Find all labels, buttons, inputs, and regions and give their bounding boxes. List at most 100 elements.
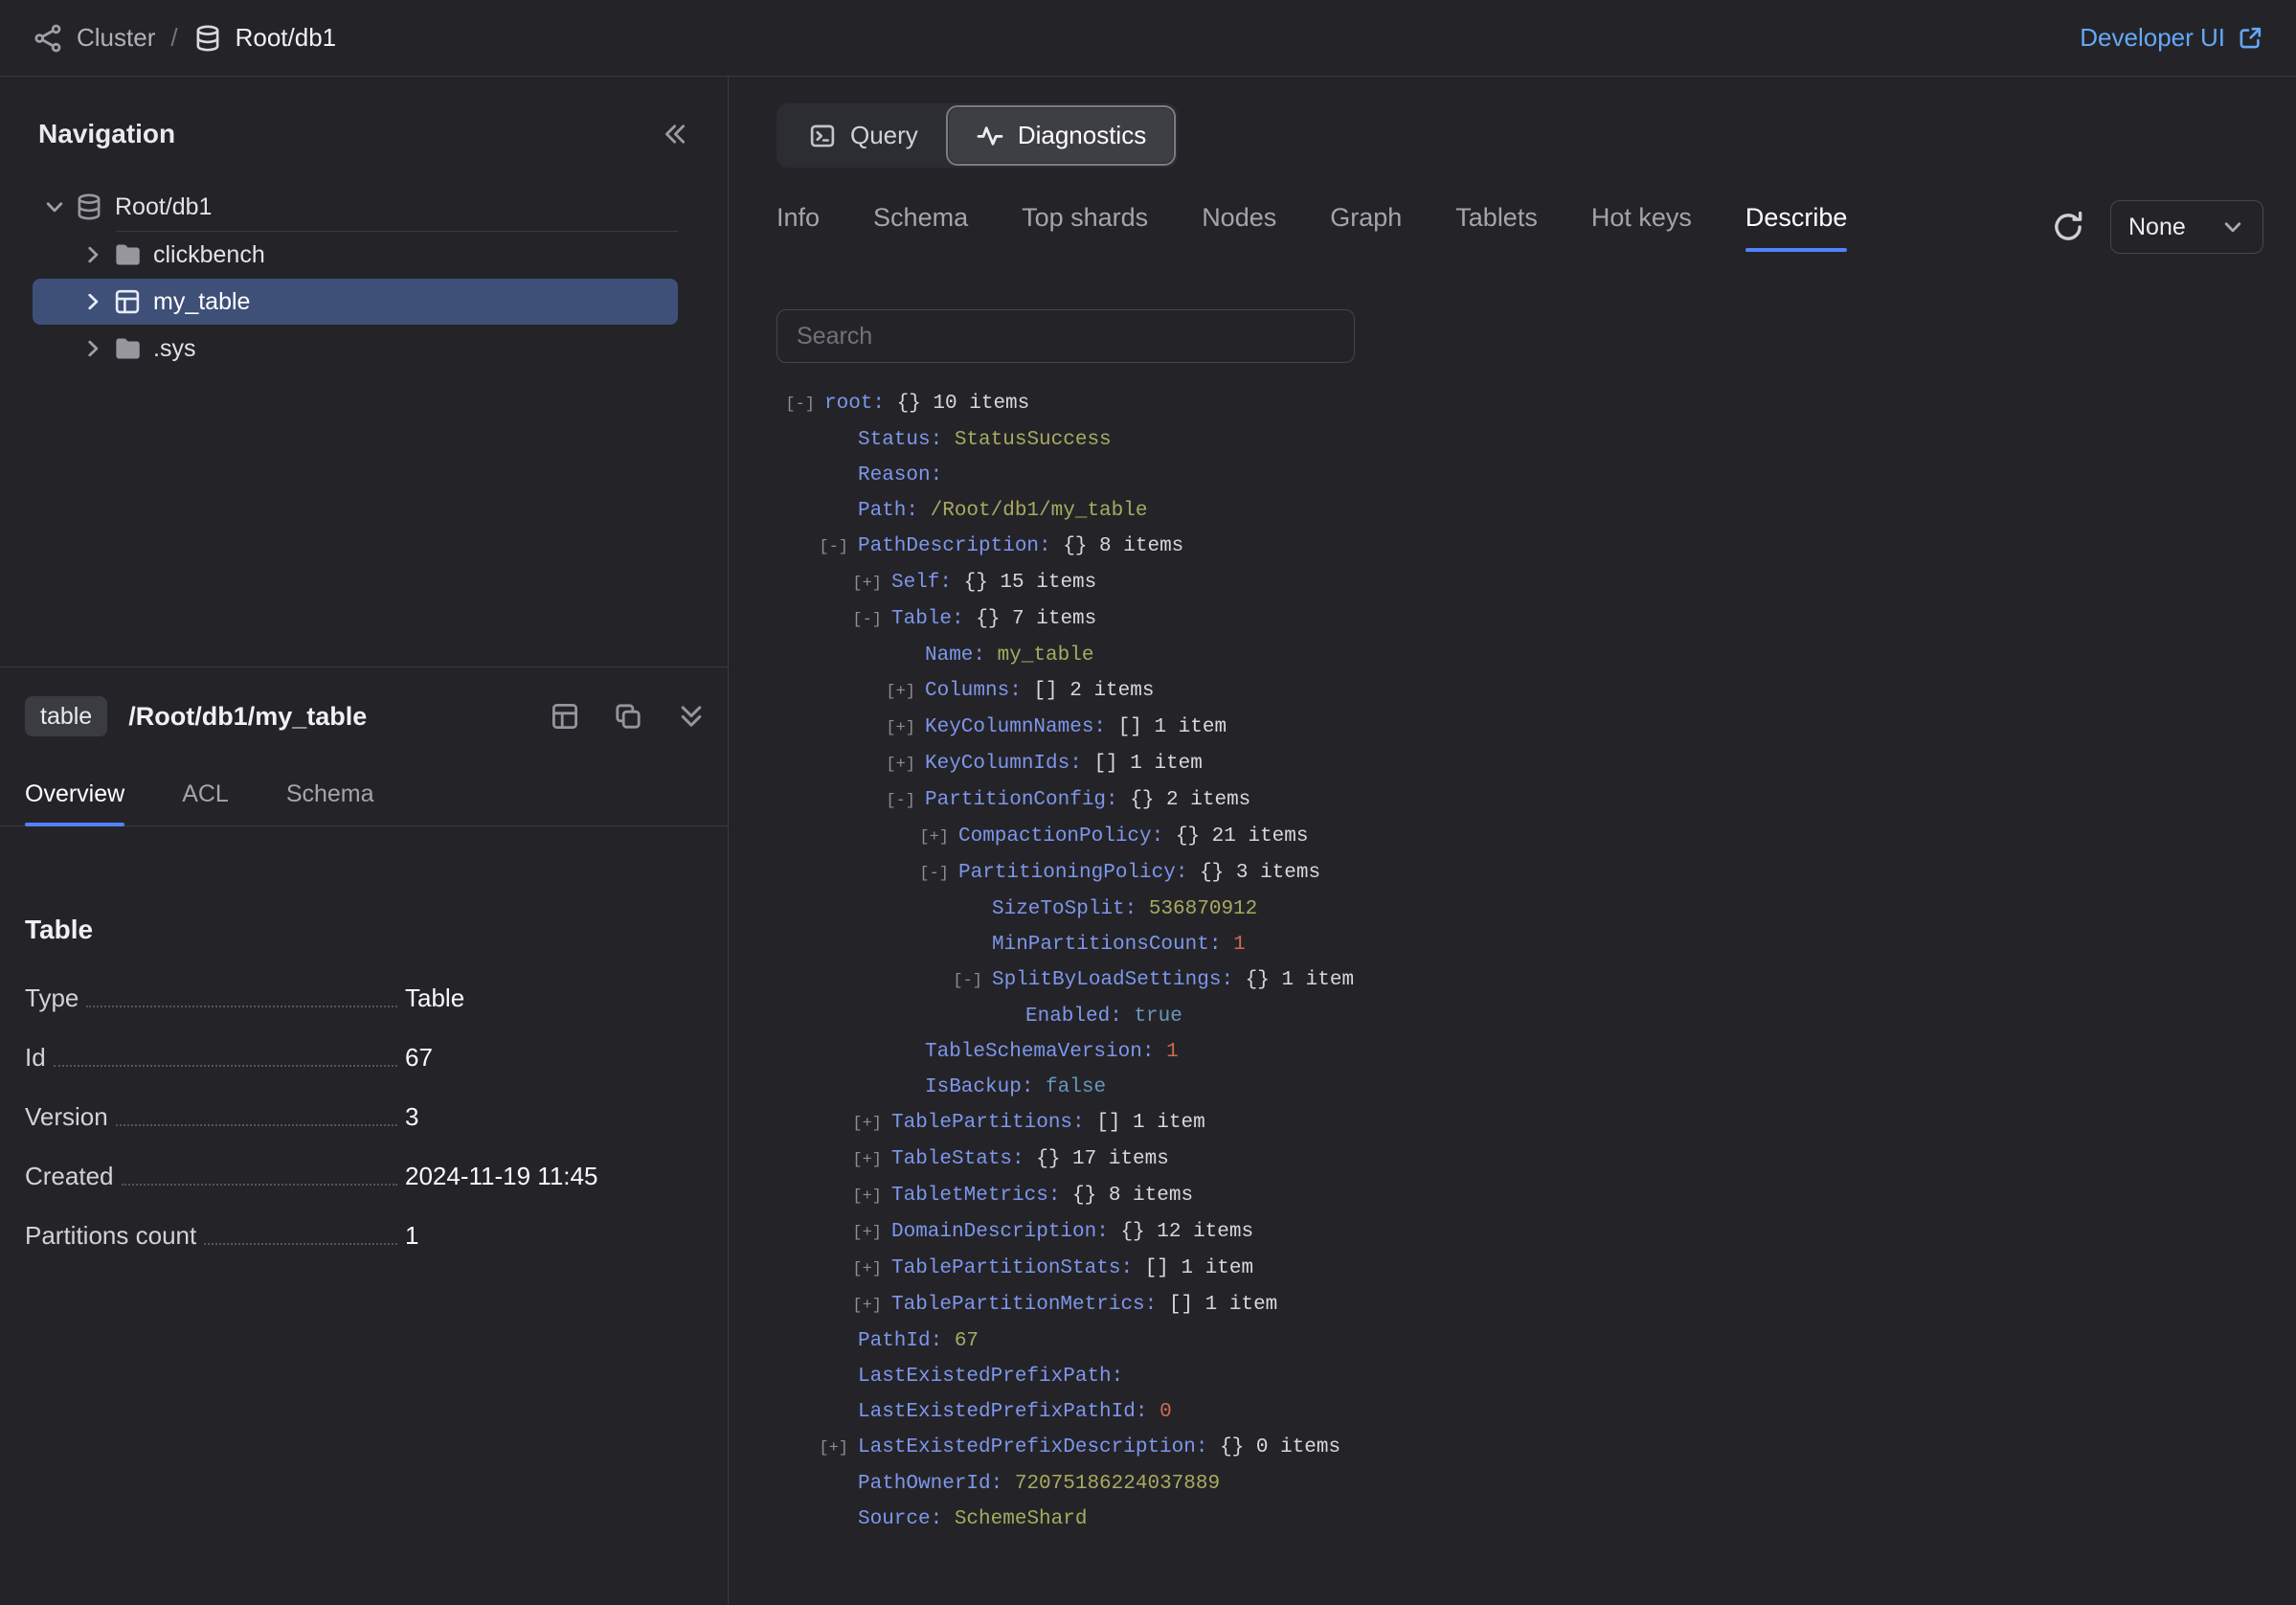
- json-line-lastexistedprefixpath: LastExistedPrefixPath:: [777, 1359, 2263, 1394]
- view-switch-diagnostics[interactable]: Diagnostics: [949, 108, 1173, 163]
- tree-item-sys[interactable]: .sys: [33, 326, 678, 372]
- json-line-keycolumnids: [+]KeyColumnIds: [] 1 item: [777, 746, 2263, 782]
- json-key: PathOwnerId:: [858, 1473, 1002, 1495]
- json-line-isbackup: IsBackup: false: [777, 1070, 2263, 1105]
- json-container-summary: [] 1 item: [1096, 1112, 1204, 1134]
- main-tabs: Info Schema Top shards Nodes Graph Tablets Hot…: [777, 203, 1847, 252]
- view-switch-query[interactable]: Query: [781, 108, 945, 163]
- json-expander-toggle[interactable]: [+]: [844, 1288, 891, 1323]
- json-line-partitioningpolicy: [-]PartitioningPolicy: {} 3 items: [777, 855, 2263, 892]
- breadcrumb-separator: /: [170, 23, 177, 53]
- tree-item-clickbench[interactable]: clickbench: [33, 232, 678, 278]
- autorefresh-controls: None: [2051, 200, 2263, 254]
- json-expander-toggle[interactable]: [-]: [877, 783, 925, 819]
- tab-schema[interactable]: Schema: [873, 203, 968, 252]
- json-expander-toggle[interactable]: [+]: [844, 1215, 891, 1251]
- json-line-self: [+]Self: {} 15 items: [777, 565, 2263, 601]
- view-switch-label: Diagnostics: [1018, 121, 1146, 150]
- summary-tab-acl[interactable]: ACL: [182, 780, 229, 825]
- tree-item-root-db1[interactable]: Root/db1: [33, 184, 678, 230]
- tab-tablets[interactable]: Tablets: [1455, 203, 1538, 252]
- json-value: 67: [955, 1330, 979, 1352]
- tree-item-label: clickbench: [153, 241, 265, 269]
- json-key: DomainDescription:: [891, 1221, 1109, 1243]
- refresh-icon[interactable]: [2051, 210, 2085, 244]
- expand-summary-icon[interactable]: [676, 701, 707, 732]
- json-key: Columns:: [925, 680, 1022, 702]
- json-line-lastexistedprefixdescription: [+]LastExistedPrefixDescription: {} 0 it…: [777, 1430, 2263, 1466]
- json-key: TablePartitionMetrics:: [891, 1294, 1157, 1316]
- external-link-icon: [2237, 25, 2263, 52]
- chevron-right-icon[interactable]: [80, 289, 105, 314]
- info-row-type: TypeTable: [25, 982, 678, 1014]
- summary-tab-overview[interactable]: Overview: [25, 780, 124, 825]
- json-expander-toggle[interactable]: [-]: [810, 530, 858, 565]
- json-key: CompactionPolicy:: [958, 825, 1163, 848]
- json-container-summary: {} 12 items: [1120, 1221, 1253, 1243]
- tab-top-shards[interactable]: Top shards: [1022, 203, 1148, 252]
- breadcrumb-cluster[interactable]: Cluster: [77, 23, 155, 53]
- autorefresh-select[interactable]: None: [2110, 200, 2263, 254]
- json-key: KeyColumnNames:: [925, 716, 1106, 738]
- json-expander-toggle[interactable]: [+]: [877, 711, 925, 746]
- collapse-sidebar-icon[interactable]: [661, 120, 689, 148]
- json-container-summary: {} 21 items: [1176, 825, 1309, 848]
- json-container-summary: [] 1 item: [1118, 716, 1227, 738]
- json-value: true: [1134, 1006, 1182, 1028]
- copy-path-icon[interactable]: [613, 701, 643, 732]
- json-line-tablepartitions: [+]TablePartitions: [] 1 item: [777, 1105, 2263, 1142]
- json-expander-toggle[interactable]: [+]: [877, 674, 925, 710]
- info-label: Type: [25, 982, 79, 1014]
- json-expander-toggle[interactable]: [+]: [844, 1142, 891, 1178]
- search-input[interactable]: [777, 309, 1355, 363]
- info-label: Version: [25, 1100, 108, 1133]
- json-expander-toggle[interactable]: [+]: [844, 1252, 891, 1287]
- chevron-right-icon[interactable]: [80, 242, 105, 267]
- tab-graph[interactable]: Graph: [1330, 203, 1402, 252]
- json-container-summary: [] 1 item: [1169, 1294, 1277, 1316]
- json-line-pathdescription: [-]PathDescription: {} 8 items: [777, 529, 2263, 565]
- json-expander-toggle[interactable]: [+]: [844, 1106, 891, 1142]
- json-key: Reason:: [858, 464, 942, 486]
- json-key: PartitionConfig:: [925, 789, 1118, 811]
- info-label: Id: [25, 1041, 46, 1074]
- json-value: false: [1046, 1076, 1106, 1098]
- tab-hot-keys[interactable]: Hot keys: [1591, 203, 1692, 252]
- tab-info[interactable]: Info: [777, 203, 820, 252]
- breadcrumb-entity[interactable]: Root/db1: [236, 23, 337, 53]
- info-row-id: Id67: [25, 1041, 678, 1074]
- object-summary: table /Root/db1/my_table Ove: [0, 667, 728, 1605]
- json-line-sizetosplit: SizeToSplit: 536870912: [777, 892, 2263, 927]
- info-value: 2024-11-19 11:45: [405, 1160, 678, 1192]
- json-expander-toggle[interactable]: [+]: [911, 820, 958, 855]
- developer-ui-link[interactable]: Developer UI: [2080, 23, 2263, 53]
- json-line-minpartitionscount: MinPartitionsCount: 1: [777, 927, 2263, 962]
- json-key: Table:: [891, 608, 964, 630]
- json-line-lastexistedprefixpathid: LastExistedPrefixPathId: 0: [777, 1394, 2263, 1430]
- json-expander-toggle[interactable]: [-]: [777, 387, 824, 422]
- chevron-down-icon[interactable]: [42, 194, 67, 219]
- open-preview-icon[interactable]: [550, 701, 580, 732]
- json-key: MinPartitionsCount:: [992, 934, 1221, 956]
- json-expander-toggle[interactable]: [+]: [810, 1431, 858, 1466]
- json-expander-toggle[interactable]: [+]: [844, 1179, 891, 1214]
- diagnostics-tabs-row: Info Schema Top shards Nodes Graph Tablets Hot…: [777, 200, 2263, 254]
- tree-item-label: .sys: [153, 335, 195, 363]
- query-icon: [808, 122, 837, 150]
- json-line-path: Path: /Root/db1/my_table: [777, 493, 2263, 529]
- json-expander-toggle[interactable]: [-]: [944, 963, 992, 999]
- json-expander-toggle[interactable]: [-]: [844, 602, 891, 638]
- json-key: Self:: [891, 572, 952, 594]
- json-expander-toggle[interactable]: [+]: [844, 566, 891, 601]
- navigation-sidebar: Navigation Root/db1 clickbench my_table .sy…: [0, 77, 729, 1605]
- tab-nodes[interactable]: Nodes: [1202, 203, 1276, 252]
- chevron-right-icon[interactable]: [80, 336, 105, 361]
- summary-tab-schema[interactable]: Schema: [286, 780, 374, 825]
- tab-describe[interactable]: Describe: [1745, 203, 1848, 252]
- json-expander-toggle[interactable]: [-]: [911, 856, 958, 892]
- navigation-header: Navigation: [0, 77, 728, 178]
- json-container-summary: {} 8 items: [1072, 1185, 1193, 1207]
- tree-item-my-table[interactable]: my_table: [33, 279, 678, 325]
- json-expander-toggle[interactable]: [+]: [877, 747, 925, 782]
- chevron-down-icon: [2220, 215, 2245, 239]
